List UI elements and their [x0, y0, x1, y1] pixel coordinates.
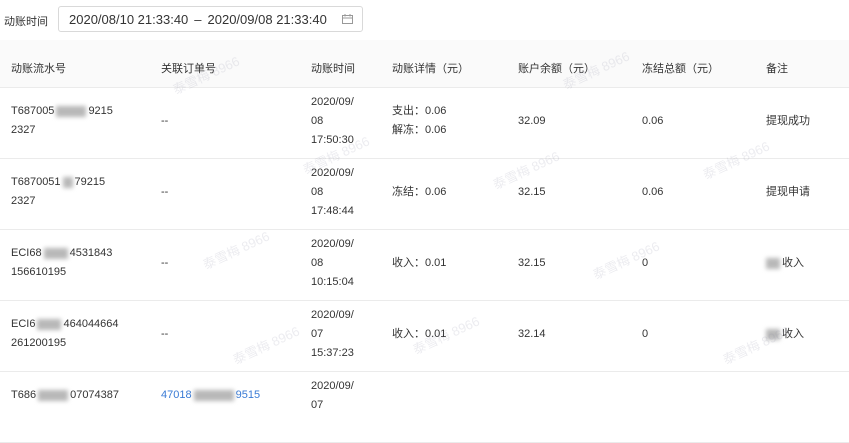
- transaction-time: 2020/09/ 07: [311, 380, 354, 411]
- col-balance-header: 账户余额（元）: [518, 63, 595, 75]
- serial-number: ECI6 464044664 261200195: [11, 318, 119, 349]
- transaction-time: 2020/09/ 08 10:15:04: [311, 238, 354, 288]
- order-number: --: [161, 115, 169, 127]
- balance: 32.14: [518, 328, 546, 340]
- filter-label: 动账时间: [4, 16, 48, 28]
- frozen-total: 0.06: [642, 186, 664, 198]
- table-row: T6870051 79215 2327 -- 2020/09/ 08 17:48:4…: [0, 159, 849, 230]
- serial-number: T686 07074387: [11, 389, 120, 401]
- col-remark-header: 备注: [766, 63, 788, 75]
- remark: 收入: [766, 254, 804, 273]
- transactions-table: 动账流水号 关联订单号 动账时间 动账详情（元） 账户余额（元） 冻结总额（元）…: [0, 40, 849, 443]
- transaction-time: 2020/09/ 08 17:48:44: [311, 167, 354, 217]
- redaction-mask: [37, 318, 62, 330]
- balance: 32.15: [518, 257, 546, 269]
- col-detail-header: 动账详情（元）: [392, 63, 469, 75]
- transaction-detail: 收入：0.01: [392, 257, 447, 269]
- redaction-mask: [43, 247, 68, 259]
- end-date[interactable]: 2020/09/08 21:33:40: [208, 12, 327, 27]
- frozen-total: 0: [642, 328, 649, 340]
- filter-bar: 动账时间 2020/08/10 21:33:40 – 2020/09/08 21…: [0, 0, 849, 40]
- table-header: 动账流水号 关联订单号 动账时间 动账详情（元） 账户余额（元） 冻结总额（元）…: [0, 40, 849, 88]
- serial-number: ECI68 4531843 156610195: [11, 247, 113, 278]
- redaction-mask: [766, 257, 780, 269]
- order-number: --: [161, 186, 169, 198]
- redaction-mask: [193, 389, 234, 401]
- transaction-detail: 支出：0.06 解冻：0.06: [392, 105, 447, 136]
- order-link[interactable]: 47018 9515: [161, 386, 260, 405]
- remark: 收入: [766, 325, 804, 344]
- table-row: ECI6 464044664 261200195 -- 2020/09/ 07 15…: [0, 301, 849, 372]
- redaction-mask: [56, 105, 87, 117]
- start-date[interactable]: 2020/08/10 21:33:40: [69, 12, 188, 27]
- col-serial-header: 动账流水号: [11, 63, 66, 75]
- transaction-detail: 冻结：0.06: [392, 186, 447, 198]
- order-number: --: [161, 328, 169, 340]
- redaction-mask: [766, 328, 780, 340]
- table-row: T686 07074387 47018 9515 2020/09/ 07: [0, 372, 849, 443]
- redaction-mask: [38, 389, 69, 401]
- transaction-time: 2020/09/ 07 15:37:23: [311, 309, 354, 359]
- serial-number: T687005 9215 2327: [11, 105, 113, 136]
- date-range-picker[interactable]: 2020/08/10 21:33:40 – 2020/09/08 21:33:4…: [58, 6, 363, 32]
- serial-number: T6870051 79215 2327: [11, 176, 106, 207]
- redaction-mask: [62, 176, 73, 188]
- order-number: --: [161, 257, 169, 269]
- date-separator: –: [194, 11, 202, 27]
- col-frozen-header: 冻结总额（元）: [642, 63, 719, 75]
- col-order-header: 关联订单号: [161, 63, 216, 75]
- remark: 提现成功: [766, 115, 810, 127]
- transaction-time: 2020/09/ 08 17:50:30: [311, 96, 354, 146]
- balance: 32.15: [518, 186, 546, 198]
- table-row: T687005 9215 2327 -- 2020/09/ 08 17:50:30 …: [0, 88, 849, 159]
- frozen-total: 0.06: [642, 115, 664, 127]
- remark: 提现申请: [766, 186, 810, 198]
- transaction-detail: 收入：0.01: [392, 328, 447, 340]
- balance: 32.09: [518, 115, 546, 127]
- table-row: ECI68 4531843 156610195 -- 2020/09/ 08 10:…: [0, 230, 849, 301]
- frozen-total: 0: [642, 257, 649, 269]
- col-time-header: 动账时间: [311, 63, 355, 75]
- calendar-icon[interactable]: [342, 14, 353, 24]
